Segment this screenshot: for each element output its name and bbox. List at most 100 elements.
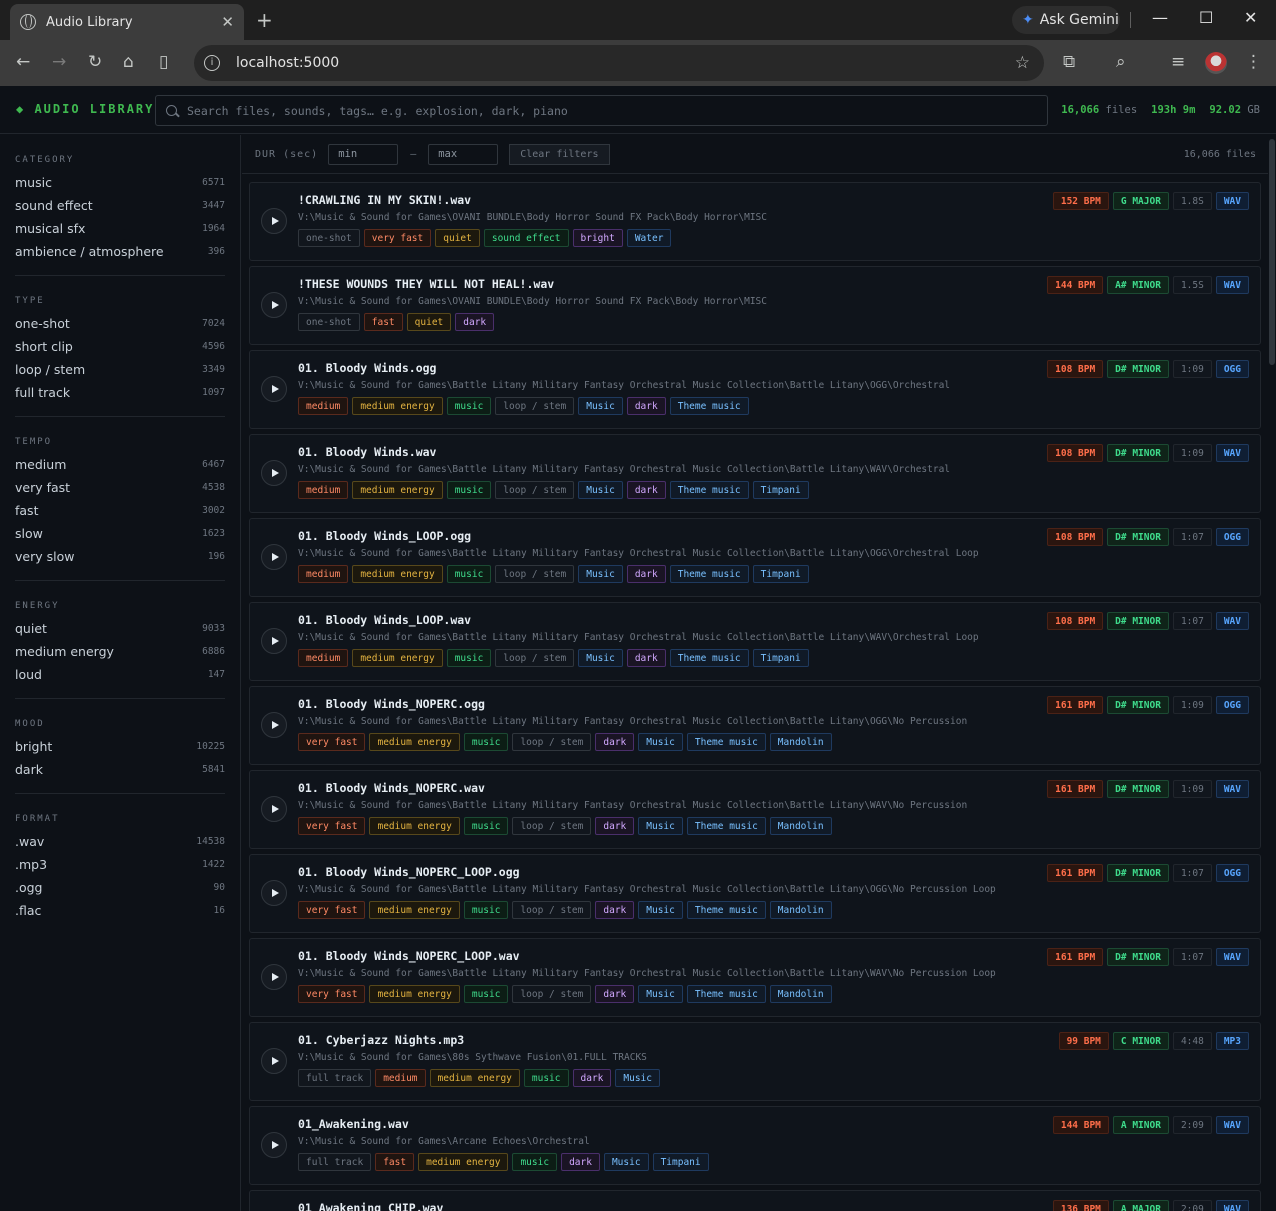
tag[interactable]: loop / stem [512,985,592,1003]
filter-item[interactable]: medium energy 6886 [15,640,225,663]
reload-icon[interactable]: ↻ [88,52,102,72]
tag[interactable]: Theme music [669,565,749,583]
tag[interactable]: dark [595,985,635,1003]
tag[interactable]: sound effect [483,229,569,247]
menu-icon[interactable]: ⋮ [1245,52,1262,72]
ask-gemini-button[interactable]: ✦ Ask Gemini [1012,6,1120,34]
filter-item[interactable]: dark 5841 [15,758,225,781]
tag[interactable]: one-shot [298,313,360,331]
filter-item[interactable]: ambience / atmosphere 396 [15,240,225,263]
filter-item[interactable]: medium 6467 [15,453,225,476]
tag[interactable]: music [463,733,509,751]
back-icon[interactable]: ← [16,52,30,72]
tag[interactable]: loop / stem [495,649,575,667]
tag[interactable]: medium energy [352,649,443,667]
play-icon[interactable] [261,460,287,486]
filter-item[interactable]: very slow 196 [15,545,225,568]
filter-item[interactable]: full track 1097 [15,381,225,404]
tag[interactable]: Music [578,565,623,583]
play-icon[interactable] [261,1048,287,1074]
tag[interactable]: medium energy [369,733,460,751]
file-row[interactable]: 01. Bloody Winds_LOOP.wav V:\Music & Soun… [249,602,1261,681]
play-icon[interactable] [261,292,287,318]
max-duration-input[interactable] [428,143,499,165]
filter-item[interactable]: musical sfx 1964 [15,217,225,240]
tag[interactable]: Theme music [686,901,766,919]
tag[interactable]: dark [595,817,635,835]
tag[interactable]: Theme music [686,817,766,835]
tag[interactable]: loop / stem [512,817,592,835]
tag[interactable]: Timpani [652,1153,709,1171]
clear-filters-button[interactable]: Clear filters [509,143,610,165]
tag[interactable]: loop / stem [512,733,592,751]
tag[interactable]: dark [572,1069,612,1087]
tag[interactable]: one-shot [298,229,360,247]
filter-item[interactable]: loud 147 [15,663,225,686]
min-duration-input[interactable] [328,143,399,165]
tag[interactable]: Mandolin [769,985,832,1003]
tag[interactable]: medium energy [352,565,443,583]
site-info-icon[interactable]: i [204,55,220,71]
tag[interactable]: quiet [406,313,452,331]
filter-item[interactable]: .ogg 90 [15,876,225,899]
tag[interactable]: medium energy [369,901,460,919]
tag[interactable]: Music [638,985,683,1003]
tag[interactable]: music [446,481,492,499]
bookmark-star-icon[interactable]: ☆ [1015,53,1030,73]
tag[interactable]: medium [298,565,349,583]
tag[interactable]: Music [578,397,623,415]
tag[interactable]: dark [595,733,635,751]
tag[interactable]: music [463,817,509,835]
filter-item[interactable]: .wav 14538 [15,830,225,853]
tag[interactable]: Water [626,229,672,247]
tag[interactable]: medium energy [369,985,460,1003]
file-row[interactable]: !CRAWLING IN MY SKIN!.wav V:\Music & Soun… [249,182,1261,261]
tag[interactable]: Music [578,649,623,667]
filter-item[interactable]: bright 10225 [15,735,225,758]
filter-item[interactable]: short clip 4596 [15,335,225,358]
tag[interactable]: Theme music [669,481,749,499]
file-row[interactable]: 01_Awakening_CHIP.wav 136 BPM A MAJOR 2:09 W… [249,1190,1261,1211]
filter-item[interactable]: .mp3 1422 [15,853,225,876]
tag[interactable]: full track [298,1069,372,1087]
tag[interactable]: quiet [435,229,480,247]
tag[interactable]: music [463,901,509,919]
tag[interactable]: Music [578,481,623,499]
play-icon[interactable] [261,964,287,990]
filter-item[interactable]: slow 1623 [15,522,225,545]
maximize-icon[interactable]: ☐ [1199,8,1213,27]
minimize-icon[interactable]: — [1152,8,1168,27]
close-window-icon[interactable]: ✕ [1244,8,1257,27]
close-tab-icon[interactable]: ✕ [221,13,234,31]
file-row[interactable]: 01. Bloody Winds_NOPERC.wav V:\Music & So… [249,770,1261,849]
tag[interactable]: very fast [298,901,366,919]
tag[interactable]: medium [298,649,349,667]
extensions-icon[interactable]: ⧉ [1063,52,1075,72]
tag[interactable]: loop / stem [495,397,575,415]
tab-search-icon[interactable]: ⌕ [1116,52,1126,72]
filter-item[interactable]: very fast 4538 [15,476,225,499]
tag[interactable]: medium energy [352,481,443,499]
tag[interactable]: dark [455,313,495,331]
file-row[interactable]: 01. Bloody Winds_NOPERC.ogg V:\Music & So… [249,686,1261,765]
play-icon[interactable] [261,796,287,822]
tag[interactable]: Mandolin [769,817,832,835]
filter-item[interactable]: .flac 16 [15,899,225,922]
tag[interactable]: music [446,397,492,415]
tag[interactable]: medium energy [352,397,443,415]
browser-tab[interactable]: Audio Library ✕ [10,4,244,40]
filter-item[interactable]: quiet 9033 [15,617,225,640]
play-icon[interactable] [261,1132,287,1158]
tag[interactable]: dark [626,397,666,415]
tag[interactable]: dark [626,481,666,499]
tag[interactable]: Music [615,1069,660,1087]
tag[interactable]: very fast [298,733,366,751]
file-row[interactable]: 01. Bloody Winds.wav V:\Music & Sound for… [249,434,1261,513]
tag[interactable]: dark [626,649,666,667]
play-icon[interactable] [261,208,287,234]
home-icon[interactable]: ⌂ [123,52,134,72]
tag[interactable]: Theme music [669,397,749,415]
tag[interactable]: loop / stem [495,481,575,499]
filter-item[interactable]: sound effect 3447 [15,194,225,217]
play-icon[interactable] [261,712,287,738]
